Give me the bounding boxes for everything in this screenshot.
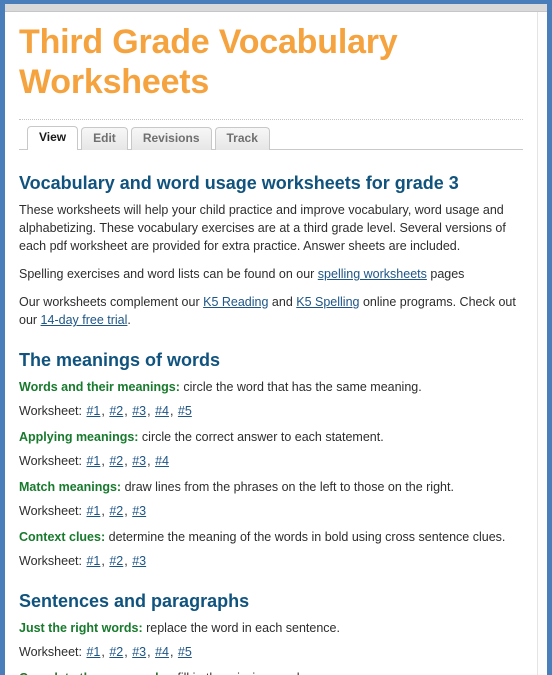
- exercise-text: fill in the missing words.: [174, 671, 309, 675]
- tabs-container: View Edit Revisions Track: [19, 119, 523, 150]
- worksheet-link-5[interactable]: #5: [178, 404, 192, 418]
- page-title: Third Grade Vocabulary Worksheets: [19, 23, 398, 101]
- worksheet-link-4[interactable]: #4: [155, 645, 169, 659]
- worksheet-link-2[interactable]: #2: [109, 454, 123, 468]
- main-content: Vocabulary and word usage worksheets for…: [19, 150, 523, 675]
- exercise-label: Words and their meanings:: [19, 380, 180, 394]
- intro-p2-text-after: pages: [426, 267, 465, 281]
- worksheet-label: Worksheet:: [19, 404, 82, 418]
- exercise-text: circle the word that has the same meanin…: [179, 380, 422, 394]
- exercise-description: Context clues: determine the meaning of …: [19, 528, 523, 546]
- exercise-text: replace the word in each sentence.: [142, 621, 340, 635]
- worksheet-link-1[interactable]: #1: [86, 454, 100, 468]
- worksheet-label: Worksheet:: [19, 504, 82, 518]
- tab-label: Revisions: [142, 131, 200, 145]
- exercise-text: draw lines from the phrases on the left …: [121, 480, 454, 494]
- worksheet-link-1[interactable]: #1: [86, 404, 100, 418]
- intro-paragraph-2: Spelling exercises and word lists can be…: [19, 265, 523, 283]
- worksheet-link-3[interactable]: #3: [132, 554, 146, 568]
- page-content-area: Third Grade Vocabulary Worksheets View Ed…: [5, 12, 537, 675]
- tab-label: Track: [226, 131, 258, 145]
- browser-top-chrome: [5, 4, 547, 12]
- exercise-label: Just the right words:: [19, 621, 143, 635]
- page-scrollbar[interactable]: [537, 12, 547, 675]
- worksheet-link-5[interactable]: #5: [178, 645, 192, 659]
- worksheet-label: Worksheet:: [19, 645, 82, 659]
- intro-paragraph-1: These worksheets will help your child pr…: [19, 203, 506, 253]
- tab-label: View: [39, 130, 67, 144]
- worksheet-link-3[interactable]: #3: [132, 454, 146, 468]
- worksheet-link-2[interactable]: #2: [109, 645, 123, 659]
- exercise-description: Applying meanings: circle the correct an…: [19, 428, 523, 446]
- exercise-label: Match meanings:: [19, 480, 122, 494]
- worksheet-label: Worksheet:: [19, 454, 82, 468]
- browser-viewport: Third Grade Vocabulary Worksheets View Ed…: [0, 0, 552, 675]
- tab-track[interactable]: Track: [214, 127, 270, 150]
- worksheet-link-1[interactable]: #1: [86, 504, 100, 518]
- intro-heading: Vocabulary and word usage worksheets for…: [19, 173, 459, 193]
- worksheet-link-row: Worksheet: #1, #2, #3, #4, #5: [19, 404, 192, 418]
- worksheet-link-row: Worksheet: #1, #2, #3, #4, #5: [19, 645, 192, 659]
- worksheet-link-1[interactable]: #1: [86, 554, 100, 568]
- worksheet-link-3[interactable]: #3: [132, 404, 146, 418]
- spelling-worksheets-link[interactable]: spelling worksheets: [318, 267, 427, 281]
- exercise-description: Just the right words: replace the word i…: [19, 619, 523, 637]
- intro-p3-text-mid: and: [268, 295, 297, 309]
- intro-p3-text-after: .: [127, 313, 131, 327]
- tab-view[interactable]: View: [27, 126, 79, 150]
- exercise-description: Words and their meanings: circle the wor…: [19, 378, 523, 396]
- tab-revisions[interactable]: Revisions: [130, 127, 212, 150]
- worksheet-link-1[interactable]: #1: [86, 645, 100, 659]
- worksheet-link-4[interactable]: #4: [155, 454, 169, 468]
- exercise-text: determine the meaning of the words in bo…: [105, 530, 506, 544]
- worksheet-link-2[interactable]: #2: [109, 404, 123, 418]
- section-heading: The meanings of words: [19, 350, 221, 370]
- free-trial-link[interactable]: 14-day free trial: [41, 313, 128, 327]
- worksheet-link-4[interactable]: #4: [155, 404, 169, 418]
- worksheet-link-3[interactable]: #3: [132, 504, 146, 518]
- exercise-text: circle the correct answer to each statem…: [138, 430, 384, 444]
- exercise-description: Complete the paragraphs: fill in the mis…: [19, 669, 523, 675]
- node-tabs: View Edit Revisions Track: [19, 126, 523, 150]
- tab-label: Edit: [93, 131, 116, 145]
- exercise-label: Applying meanings:: [19, 430, 139, 444]
- exercise-description: Match meanings: draw lines from the phra…: [19, 478, 523, 496]
- worksheet-link-row: Worksheet: #1, #2, #3, #4: [19, 454, 169, 468]
- tab-edit[interactable]: Edit: [81, 127, 128, 150]
- exercise-label: Complete the paragraphs:: [19, 671, 174, 675]
- intro-p3-text-before: Our worksheets complement our: [19, 295, 204, 309]
- worksheet-link-2[interactable]: #2: [109, 504, 123, 518]
- worksheet-link-2[interactable]: #2: [109, 554, 123, 568]
- worksheet-link-row: Worksheet: #1, #2, #3: [19, 554, 147, 568]
- intro-paragraph-3: Our worksheets complement our K5 Reading…: [19, 293, 523, 329]
- worksheet-link-3[interactable]: #3: [132, 645, 146, 659]
- worksheet-label: Worksheet:: [19, 554, 82, 568]
- worksheet-link-row: Worksheet: #1, #2, #3: [19, 504, 147, 518]
- k5-spelling-link[interactable]: K5 Spelling: [296, 295, 359, 309]
- section-heading: Sentences and paragraphs: [19, 591, 250, 611]
- intro-p2-text-before: Spelling exercises and word lists can be…: [19, 267, 318, 281]
- exercise-label: Context clues:: [19, 530, 106, 544]
- worksheet-sections: The meanings of words Words and their mea…: [19, 349, 523, 675]
- k5-reading-link[interactable]: K5 Reading: [203, 295, 268, 309]
